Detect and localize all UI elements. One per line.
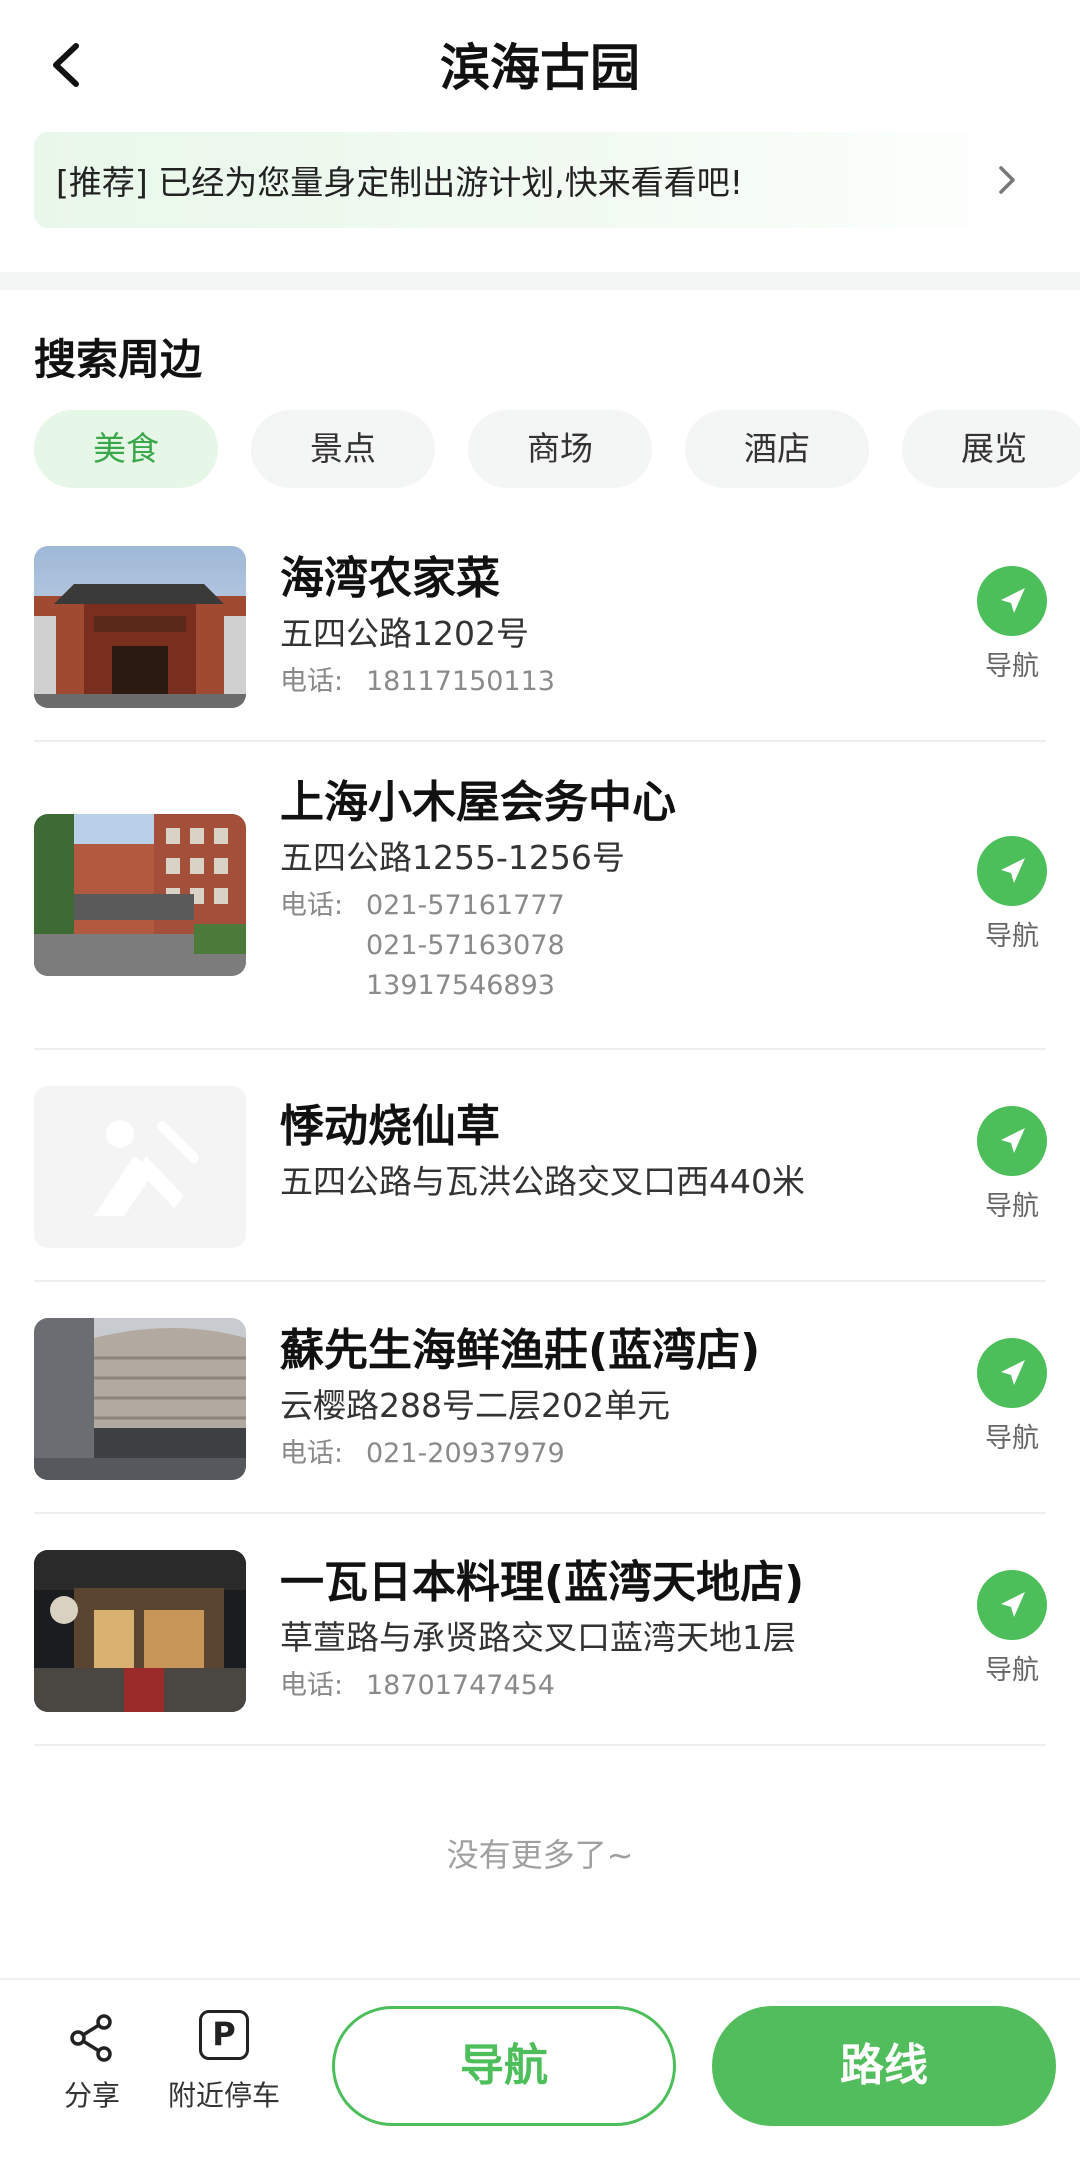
divider [34,1744,1046,1746]
phone-label: 电话: [280,1438,344,1469]
phone-label: 电话: [280,1670,344,1701]
place-name: 海湾农家菜 [280,553,500,604]
parking-label: 附近停车 [167,2079,280,2112]
place-address: 五四公路1202号 [280,614,529,653]
nearby-parking-button[interactable]: P 附近停车 [164,2010,284,2114]
list-item[interactable]: 海湾农家菜 五四公路1202号 电话: 18117150113 导航 [0,520,1080,742]
share-button[interactable]: 分享 [56,2010,128,2114]
end-of-list-text: 没有更多了~ [446,1836,634,1874]
place-info: 一瓦日本料理(蓝湾天地店) 草萱路与承贤路交叉口蓝湾天地1层 电话: 18701… [280,1554,804,1706]
navigate-label: 导航 [985,1655,1039,1686]
places-list: 海湾农家菜 五四公路1202号 电话: 18117150113 导航 上海小木屋… [0,520,1080,1746]
mall-photo [34,1318,246,1480]
place-phone: 电话: 18701747454 [280,1666,804,1706]
navigate-main-button[interactable]: 导航 [332,2006,676,2126]
phone-label: 电话: [280,890,344,921]
phone-label: 电话: [280,666,344,697]
recommendation-banner[interactable]: [推荐] 已经为您量身定制出游计划,快来看看吧! [34,132,1044,228]
navigate-arrow-icon [977,1338,1047,1408]
navigate-arrow-icon [977,566,1047,636]
section-divider [0,272,1080,290]
place-name: 上海小木屋会务中心 [280,777,676,828]
navigate-arrow-icon [977,836,1047,906]
navigate-label: 导航 [985,651,1039,682]
bottom-action-bar: 分享 P 附近停车 导航 路线 [0,1978,1080,2174]
navigate-button[interactable]: 导航 [972,1106,1052,1223]
place-address: 五四公路1255-1256号 [280,838,625,877]
navigate-button[interactable]: 导航 [972,1338,1052,1455]
page-title: 滨海古园 [440,39,640,97]
share-icon [70,2014,112,2062]
phone-number[interactable]: 18701747454 [366,1666,555,1706]
place-phone: 电话: 021-57161777 021-57163078 1391754689… [280,886,676,1006]
share-label: 分享 [63,2079,120,2112]
place-info: 蘇先生海鲜渔莊(蓝湾店) 云樱路288号二层202单元 电话: 021-2093… [280,1322,760,1474]
parking-icon: P [199,2010,249,2060]
header: 滨海古园 [0,0,1080,130]
night-storefront-photo [34,1550,246,1712]
category-chip-sights[interactable]: 景点 [251,410,435,488]
place-address: 五四公路与瓦洪公路交叉口西440米 [280,1162,805,1201]
route-button[interactable]: 路线 [712,2006,1056,2126]
navigate-arrow-icon [977,1570,1047,1640]
restaurant-photo [34,546,246,708]
list-item[interactable]: 上海小木屋会务中心 五四公路1255-1256号 电话: 021-5716177… [0,742,1080,1050]
navigate-button[interactable]: 导航 [972,836,1052,953]
category-chip-food[interactable]: 美食 [34,410,218,488]
category-chip-hotel[interactable]: 酒店 [685,410,869,488]
place-name: 蘇先生海鲜渔莊(蓝湾店) [280,1325,761,1376]
navigate-label: 导航 [985,1423,1039,1454]
category-tabs: 美食 景点 商场 酒店 展览 [34,410,1080,490]
place-info: 悸动烧仙草 五四公路与瓦洪公路交叉口西440米 [280,1098,805,1206]
page: 滨海古园 [推荐] 已经为您量身定制出游计划,快来看看吧! 搜索周边 美食 景点商… [0,0,1080,2174]
phone-number[interactable]: 021-57161777 [366,886,565,926]
place-name: 悸动烧仙草 [280,1101,500,1152]
place-name: 一瓦日本料理(蓝湾天地店) [280,1557,805,1608]
phone-number[interactable]: 021-57163078 [366,926,565,966]
navigate-label: 导航 [985,921,1039,952]
phone-number[interactable]: 18117150113 [366,662,555,702]
phone-number[interactable]: 13917546893 [366,966,565,1006]
place-info: 上海小木屋会务中心 五四公路1255-1256号 电话: 021-5716177… [280,774,676,1006]
section-title: 搜索周边 [34,335,203,384]
list-item[interactable]: 悸动烧仙草 五四公路与瓦洪公路交叉口西440米 导航 [0,1050,1080,1282]
place-address: 云樱路288号二层202单元 [280,1386,670,1425]
phone-number[interactable]: 021-20937979 [366,1434,565,1474]
list-item[interactable]: 一瓦日本料理(蓝湾天地店) 草萱路与承贤路交叉口蓝湾天地1层 电话: 18701… [0,1514,1080,1746]
banner-text: [推荐] 已经为您量身定制出游计划,快来看看吧! [56,163,743,202]
category-chip-mall[interactable]: 商场 [468,410,652,488]
list-item[interactable]: 蘇先生海鲜渔莊(蓝湾店) 云樱路288号二层202单元 电话: 021-2093… [0,1282,1080,1514]
building-photo [34,814,246,976]
placeholder-photo [34,1086,246,1248]
place-phone: 电话: 021-20937979 [280,1434,760,1474]
navigate-button[interactable]: 导航 [972,566,1052,683]
place-info: 海湾农家菜 五四公路1202号 电话: 18117150113 [280,550,555,702]
navigate-arrow-icon [977,1106,1047,1176]
navigate-button[interactable]: 导航 [972,1570,1052,1687]
category-chip-exhibition[interactable]: 展览 [902,410,1080,488]
place-address: 草萱路与承贤路交叉口蓝湾天地1层 [280,1618,796,1657]
place-phone: 电话: 18117150113 [280,662,555,702]
navigate-label: 导航 [985,1191,1039,1222]
chevron-right-icon [999,166,1015,194]
